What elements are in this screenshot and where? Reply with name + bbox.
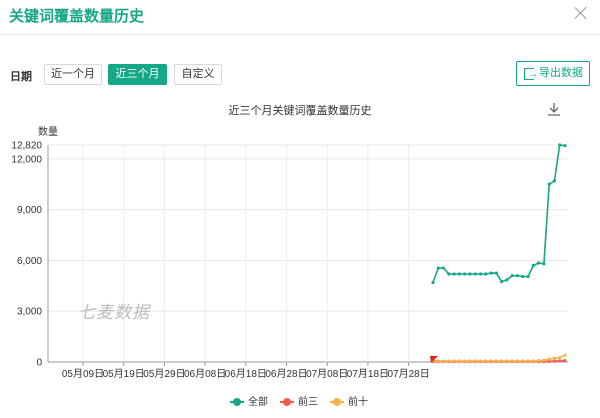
series-point: [531, 263, 535, 268]
series-point: [494, 359, 498, 363]
series-point: [542, 358, 546, 362]
series-point: [489, 271, 493, 275]
series-line-0: [432, 144, 566, 283]
y-tick-label: 12,000: [11, 154, 42, 165]
series-point: [436, 359, 440, 363]
series-point: [526, 359, 530, 363]
legend-swatch: [230, 398, 244, 407]
x-tick-label: 07月28日: [387, 368, 429, 380]
series-point: [537, 261, 541, 265]
x-tick-label: 07月18日: [347, 368, 389, 380]
series-point: [500, 359, 504, 363]
legend-item-top3[interactable]: 前三: [280, 393, 318, 408]
series-point: [547, 357, 551, 361]
series-point: [478, 272, 483, 276]
legend-label: 全部: [248, 397, 268, 408]
series-point: [510, 359, 514, 363]
series-point: [441, 266, 446, 270]
series-point: [558, 359, 562, 363]
series-point: [563, 359, 567, 363]
series-point: [457, 272, 461, 276]
series-point: [431, 280, 435, 285]
series-point: [436, 266, 440, 270]
coverage-line-chart: 0 3,000 6,000 9,000 12,000 12,820 05月09日05月19日…: [11, 141, 568, 380]
series-point: [552, 179, 557, 183]
x-tick-label: 06月18日: [225, 368, 267, 380]
x-tick-label: 07月08日: [306, 368, 348, 380]
legend-swatch: [330, 398, 344, 407]
legend-swatch: [280, 398, 294, 407]
series-point: [484, 359, 488, 363]
series-point: [521, 359, 525, 363]
series-point: [505, 278, 509, 282]
legend-item-top10[interactable]: 前十: [330, 393, 368, 408]
series-point: [563, 144, 567, 148]
series-point: [452, 272, 456, 276]
series-point: [489, 359, 493, 363]
legend-label: 前三: [298, 397, 318, 408]
series-point: [494, 271, 498, 275]
x-tick-label: 06月08日: [184, 368, 226, 380]
series-point: [473, 359, 477, 363]
series-point: [563, 353, 567, 357]
series-point: [521, 274, 525, 279]
y-tick-label: 6,000: [17, 256, 42, 267]
series-point: [441, 359, 446, 363]
y-tick-label: 0: [36, 358, 42, 369]
watermark: 七麦数据: [78, 303, 150, 322]
series-point: [505, 359, 509, 363]
x-tick-label: 05月29日: [143, 368, 185, 380]
series-point: [447, 272, 451, 276]
series-point: [515, 274, 520, 278]
series-point: [510, 274, 514, 278]
series-point: [468, 272, 472, 276]
series-point: [558, 143, 562, 147]
series-point: [478, 359, 483, 363]
x-tick-label: 06月28日: [265, 368, 307, 380]
series-point: [484, 272, 488, 276]
legend-label: 前十: [348, 397, 368, 408]
series-point: [542, 262, 546, 266]
series-point: [500, 279, 504, 284]
series-point: [515, 359, 520, 363]
series-point: [531, 359, 535, 363]
y-tick-label: 9,000: [17, 205, 42, 216]
series-point: [473, 272, 477, 276]
series-point: [547, 182, 551, 186]
legend-item-all[interactable]: 全部: [230, 393, 268, 408]
series-point: [558, 355, 562, 360]
series-point: [552, 356, 557, 360]
series-point: [468, 359, 472, 363]
series-point: [447, 359, 451, 363]
series-point: [552, 359, 557, 363]
y-tick-label: 3,000: [17, 307, 42, 318]
y-tick-label: 12,820: [11, 141, 42, 152]
series-point: [526, 274, 530, 279]
series-point: [452, 359, 456, 363]
series-point: [457, 359, 461, 363]
x-tick-label: 05月09日: [62, 368, 104, 380]
series-point: [463, 272, 467, 276]
series-point: [463, 359, 467, 363]
series-point: [537, 359, 541, 363]
x-tick-label: 05月19日: [103, 368, 145, 380]
